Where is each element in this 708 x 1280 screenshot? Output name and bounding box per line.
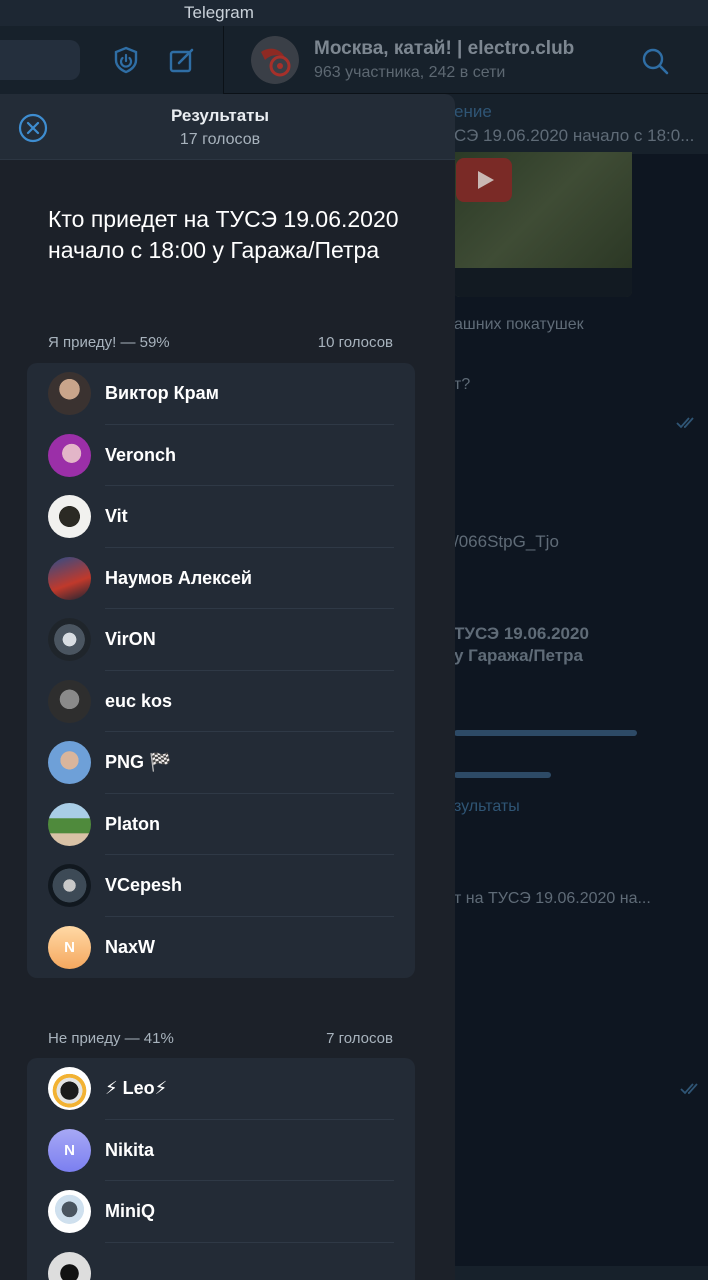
window-titlebar: Telegram <box>0 0 708 26</box>
avatar <box>48 1251 91 1280</box>
video-thumbnail[interactable] <box>454 152 632 297</box>
avatar <box>48 741 91 784</box>
voter-row[interactable]: PNG 🏁 <box>27 732 415 794</box>
voter-name: NaxW <box>105 936 156 957</box>
voter-name: MiniQ <box>105 1201 155 1221</box>
voter-name: Vit <box>105 506 128 526</box>
voter-row[interactable]: Veronch <box>27 425 415 486</box>
avatar <box>48 618 91 661</box>
poll-question: Кто приедет на ТУСЭ 19.06.2020 начало с … <box>48 206 399 263</box>
avatar <box>48 556 91 600</box>
message-text: ашних покатушек <box>454 316 584 333</box>
voter-name: VCepesh <box>105 875 183 895</box>
sidebar-search-input[interactable] <box>0 40 80 80</box>
voter-row[interactable]: euc kos <box>27 671 415 732</box>
avatar <box>48 372 91 415</box>
option-label: Не приеду — 41% <box>48 1030 174 1047</box>
read-checkmark-icon <box>676 416 698 435</box>
voter-list: Виктор Крам Veronch Vit Наумов Алексей V… <box>27 363 415 978</box>
chat-title: Москва, катай! | electro.club <box>314 38 575 59</box>
reply-preview: т на ТУСЭ 19.06.2020 на... <box>454 890 651 907</box>
poll-bar <box>454 772 551 778</box>
poll-results-link[interactable]: зультаты <box>454 798 520 816</box>
panel-vote-count: 17 голосов <box>179 131 261 148</box>
avatar <box>48 433 91 477</box>
voter-name: VirON <box>105 629 156 649</box>
message-link: /066StpG_Tjo <box>454 532 559 551</box>
voter-name: Nikita <box>105 1139 155 1160</box>
poll-question-preview: ТУСЭ 19.06.2020 <box>454 624 589 643</box>
voter-row[interactable]: N Nikita <box>27 1120 415 1181</box>
voter-name: euc kos <box>105 690 173 711</box>
pinned-label: ение <box>454 102 492 121</box>
compose-icon[interactable] <box>166 44 198 76</box>
voter-row[interactable]: Виктор Крам <box>27 363 415 425</box>
panel-header: Результаты 17 голосов <box>0 94 455 160</box>
voter-row[interactable]: MiniQ <box>27 1181 415 1243</box>
pinned-text: СЭ 19.06.2020 начало с 18:0... <box>454 126 695 145</box>
voter-row[interactable] <box>27 1243 415 1280</box>
voter-name: Platon <box>105 813 161 834</box>
voter-row[interactable]: ⚡ Leo⚡ <box>27 1058 415 1120</box>
poll-bar <box>454 730 637 736</box>
chat-header[interactable]: Москва, катай! | electro.club 963 участн… <box>224 26 708 94</box>
option-vote-count: 10 голосов <box>317 334 393 351</box>
voter-row[interactable]: VirON <box>27 609 415 671</box>
message-text: т? <box>454 376 471 393</box>
voter-name: ⚡ Leo⚡ <box>105 1078 168 1098</box>
avatar <box>48 802 91 846</box>
search-icon[interactable] <box>640 46 670 81</box>
voter-name: PNG 🏁 <box>105 752 172 772</box>
voter-row[interactable]: Наумов Алексей <box>27 548 415 609</box>
window-title: Telegram <box>184 3 254 22</box>
voter-name: Наумов Алексей <box>105 567 252 588</box>
avatar <box>48 1190 91 1233</box>
sidebar-header <box>0 26 224 94</box>
panel-title: Результаты <box>170 106 269 125</box>
chat-avatar[interactable] <box>251 36 299 84</box>
poll-results-panel: Результаты 17 голосов Кто приедет на ТУС… <box>0 94 455 1280</box>
avatar <box>48 495 91 538</box>
read-checkmark-icon <box>680 1082 702 1101</box>
chat-subtitle: 963 участника, 242 в сети <box>314 64 506 81</box>
voter-row[interactable]: VCepesh <box>27 855 415 917</box>
avatar <box>48 1067 91 1110</box>
avatar <box>48 679 91 723</box>
shield-icon[interactable] <box>110 44 142 76</box>
voter-row[interactable]: Platon <box>27 794 415 855</box>
option-label: Я приеду! — 59% <box>48 334 170 351</box>
voter-list: ⚡ Leo⚡ N Nikita MiniQ <box>27 1058 415 1280</box>
avatar <box>48 864 91 907</box>
voter-name: Виктор Крам <box>105 383 219 403</box>
avatar: N <box>48 1128 91 1172</box>
voter-row[interactable]: N NaxW <box>27 917 415 979</box>
voter-name: Veronch <box>105 444 177 465</box>
poll-question-preview-2: у Гаража/Петра <box>454 646 583 665</box>
option-vote-count: 7 голосов <box>326 1030 393 1047</box>
play-icon[interactable] <box>456 158 512 202</box>
voter-row[interactable]: Vit <box>27 486 415 548</box>
avatar: N <box>48 925 91 969</box>
